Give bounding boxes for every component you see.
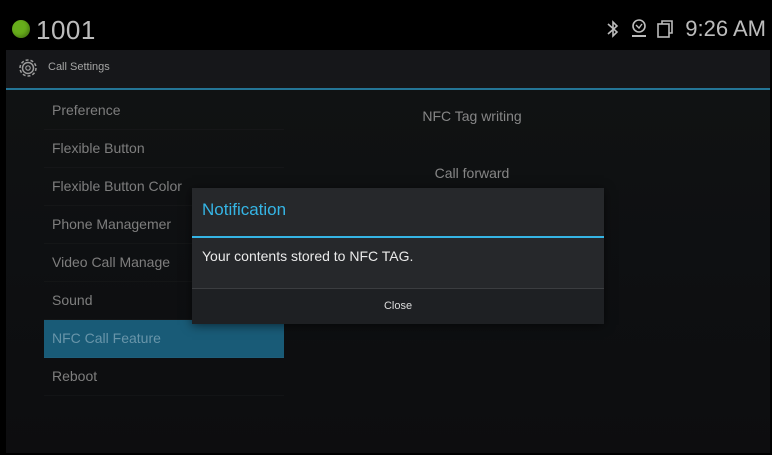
dialog-message: Your contents stored to NFC TAG. bbox=[202, 248, 414, 264]
dialog-title: Notification bbox=[202, 200, 287, 219]
notification-dialog: Notification Your contents stored to NFC… bbox=[192, 188, 604, 324]
screen: 1001 9:26 AM Call Settings Preference Fl… bbox=[6, 8, 770, 453]
dialog-divider bbox=[192, 236, 604, 238]
close-button[interactable]: Close bbox=[192, 288, 604, 324]
